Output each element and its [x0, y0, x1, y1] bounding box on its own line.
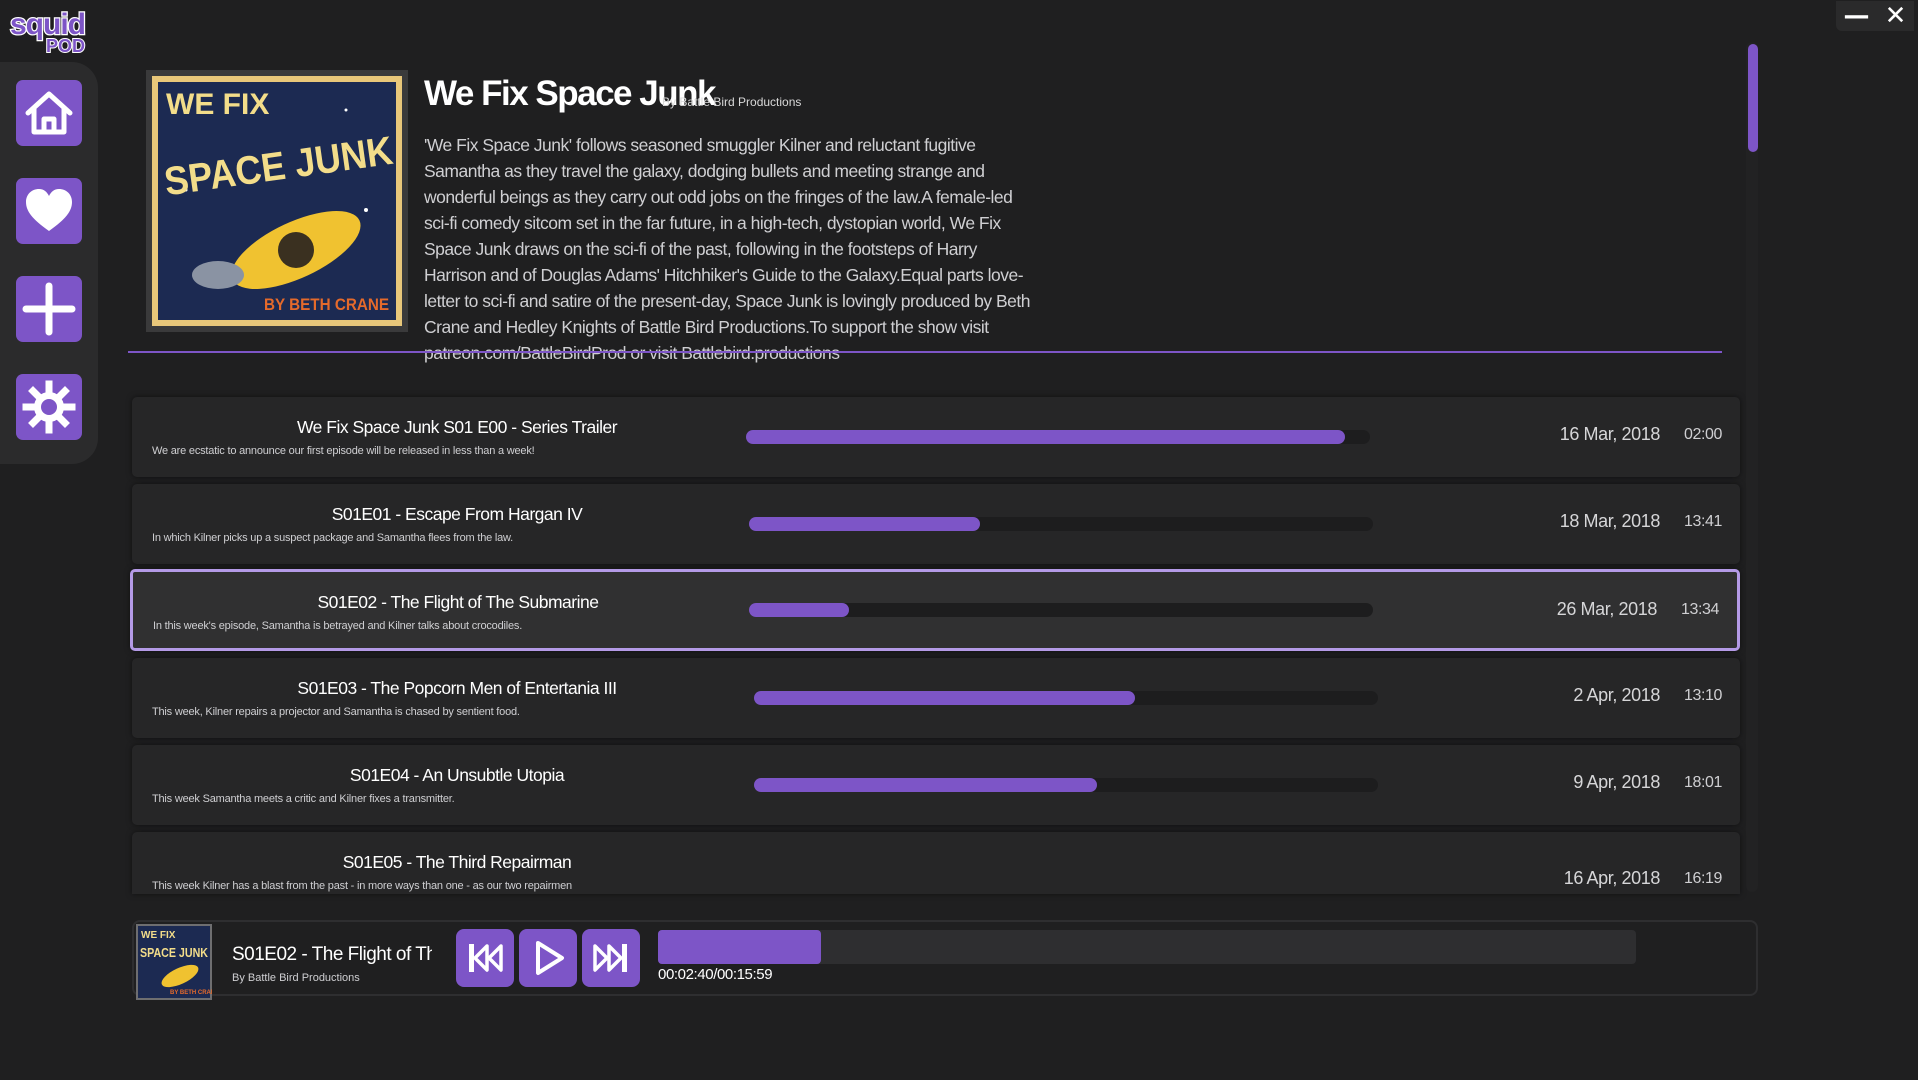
squidpod-logo: squid POD [9, 7, 88, 56]
player-cover-text-main: SPACE JUNK [140, 945, 208, 960]
episode-description: This week, Kilner repairs a projector an… [152, 706, 520, 718]
episode-duration: 13:10 [1683, 687, 1722, 704]
episode-row[interactable]: S01E05 - The Third Repairman This week K… [132, 832, 1740, 894]
play-button[interactable] [519, 929, 577, 987]
heart-icon [26, 189, 72, 231]
cover-text-top: WE FIX [166, 88, 269, 121]
close-icon[interactable]: ✕ [1885, 3, 1907, 29]
logo-text-bottom: POD [46, 36, 85, 56]
cover-text-credit: BY BETH CRANE [264, 295, 389, 314]
player-episode-title: S01E02 - The Flight of The Submarine [232, 944, 432, 965]
episode-row[interactable]: S01E03 - The Popcorn Men of Entertania I… [132, 658, 1740, 738]
episode-progress-fill [754, 778, 1098, 792]
episode-progress-bar[interactable] [746, 430, 1370, 444]
next-button[interactable] [582, 929, 640, 987]
episode-progress-bar[interactable] [749, 603, 1373, 617]
scrollbar-thumb[interactable] [1748, 44, 1758, 152]
episode-title: S01E05 - The Third Repairman [342, 852, 572, 872]
plus-icon [22, 282, 76, 336]
player-progress-bar[interactable] [658, 930, 1636, 964]
episode-date: 18 Mar, 2018 [1559, 511, 1661, 531]
episode-description: In which Kilner picks up a suspect packa… [152, 532, 514, 544]
episode-row[interactable]: S01E01 - Escape From Hargan IV In which … [132, 484, 1740, 564]
nav-settings-button[interactable] [16, 374, 82, 440]
episode-row[interactable]: S01E04 - An Unsubtle Utopia This week Sa… [132, 745, 1740, 825]
previous-button[interactable] [456, 929, 514, 987]
episode-progress-fill [746, 430, 1346, 444]
episode-progress-fill [749, 517, 980, 531]
episode-progress-bar[interactable] [754, 778, 1378, 792]
sidebar [0, 62, 98, 464]
podcast-author: By Battle Bird Productions [662, 95, 802, 109]
podcast-cover-art: WE FIX SPACE JUNK BY BETH CRANE [146, 70, 408, 332]
skip-back-icon [469, 944, 503, 972]
episode-progress-bar[interactable] [749, 517, 1373, 531]
minimize-icon[interactable]: — [1844, 3, 1870, 29]
episode-title: S01E02 - The Flight of The Submarine [317, 592, 599, 612]
episode-date: 16 Mar, 2018 [1559, 424, 1661, 444]
episode-duration: 13:34 [1680, 601, 1719, 618]
episode-row-selected[interactable]: S01E02 - The Flight of The Submarine In … [130, 569, 1740, 651]
episode-duration: 02:00 [1683, 426, 1722, 443]
player-cover-text-credit: BY BETH CRANE [170, 990, 212, 996]
player-episode-author: By Battle Bird Productions [232, 972, 360, 984]
player-bar: WE FIX SPACE JUNK BY BETH CRANE S01E02 -… [132, 920, 1758, 1000]
episode-duration: 16:19 [1683, 870, 1722, 887]
podcast-description: 'We Fix Space Junk' follows seasoned smu… [424, 135, 1030, 363]
episode-description: This week Kilner has a blast from the pa… [152, 880, 572, 892]
nav-add-button[interactable] [16, 276, 82, 342]
episode-row[interactable]: We Fix Space Junk S01 E00 - Series Trail… [132, 397, 1740, 477]
episode-title: We Fix Space Junk S01 E00 - Series Trail… [296, 417, 618, 437]
header-divider [128, 351, 1722, 353]
window-controls: — ✕ [1836, 1, 1914, 31]
episode-duration: 18:01 [1683, 774, 1722, 791]
episode-progress-fill [749, 603, 849, 617]
episode-progress-bar[interactable] [754, 691, 1378, 705]
episode-description: This week Samantha meets a critic and Ki… [152, 793, 455, 805]
play-icon [536, 941, 564, 975]
episode-title: S01E04 - An Unsubtle Utopia [349, 765, 565, 785]
episode-description: We are ecstatic to announce our first ep… [152, 445, 535, 457]
player-progress-fill [658, 930, 822, 964]
nav-home-button[interactable] [16, 80, 82, 146]
home-icon [25, 91, 73, 135]
episode-title: S01E03 - The Popcorn Men of Entertania I… [297, 678, 617, 698]
episode-duration: 13:41 [1683, 513, 1722, 530]
episode-date: 2 Apr, 2018 [1573, 685, 1660, 705]
gear-icon [22, 380, 76, 434]
player-time: 00:02:40/00:15:59 [658, 966, 773, 983]
skip-forward-icon [593, 944, 627, 972]
scrollbar-track[interactable] [1746, 42, 1758, 892]
episode-date: 16 Apr, 2018 [1563, 868, 1661, 888]
player-cover-text-top: WE FIX [141, 930, 176, 941]
episode-description: In this week's episode, Samantha is betr… [153, 620, 523, 632]
episode-date: 26 Mar, 2018 [1556, 599, 1658, 619]
episode-progress-fill [754, 691, 1135, 705]
episode-title: S01E01 - Escape From Hargan IV [331, 504, 583, 524]
episode-date: 9 Apr, 2018 [1573, 772, 1660, 792]
player-cover-art: WE FIX SPACE JUNK BY BETH CRANE [136, 924, 212, 1000]
nav-favorites-button[interactable] [16, 178, 82, 244]
